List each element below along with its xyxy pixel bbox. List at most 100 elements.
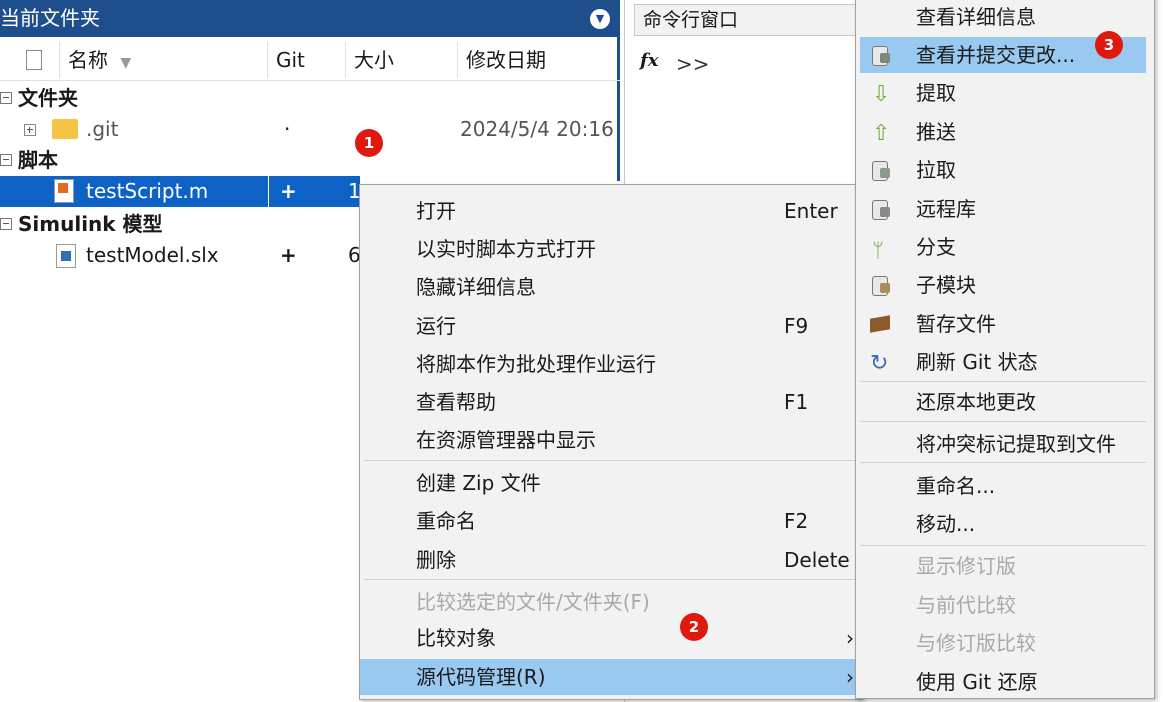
column-header-git[interactable]: Git xyxy=(268,42,346,78)
push-icon: ⇧ xyxy=(872,121,891,146)
annotation-badge-3: 3 xyxy=(1095,31,1123,59)
menu-item-label: 重命名... xyxy=(916,474,996,498)
panel-options-icon[interactable]: ▼ xyxy=(590,9,610,29)
menu-item-label: 源代码管理(R) xyxy=(416,665,546,689)
context-menu-item[interactable]: 将脚本作为批处理作业运行 xyxy=(360,346,862,382)
menu-separator xyxy=(860,421,1146,422)
submenu-arrow-icon: › xyxy=(846,665,854,689)
fetch-icon: ⇩ xyxy=(872,82,891,107)
cell-divider xyxy=(268,176,269,207)
menu-item-label: 隐藏详细信息 xyxy=(416,275,536,299)
submenu-item: 与前代比较 xyxy=(860,587,1146,623)
collapse-icon[interactable] xyxy=(0,153,12,166)
menu-item-label: 运行 xyxy=(416,314,456,338)
sort-down-icon: ▼ xyxy=(120,55,132,71)
context-menu-item[interactable]: 打开 Enter xyxy=(360,193,862,229)
menu-item-label: 刷新 Git 状态 xyxy=(916,350,1038,374)
menu-separator xyxy=(364,460,858,461)
context-menu-item[interactable]: 以实时脚本方式打开 xyxy=(360,231,862,267)
command-window-title: 命令行窗口 xyxy=(643,9,739,31)
column-header-date[interactable]: 修改日期 xyxy=(458,42,618,78)
menu-separator xyxy=(860,381,1146,382)
collapse-icon[interactable] xyxy=(0,217,12,230)
stash-icon xyxy=(868,312,892,336)
context-menu-item[interactable]: 创建 Zip 文件 xyxy=(360,465,862,501)
file-row-testmodel[interactable]: testModel.slx + 6 xyxy=(0,240,361,271)
command-prompt[interactable]: >> xyxy=(676,52,710,76)
annotation-badge-1: 1 xyxy=(355,129,383,157)
menu-item-label: 提取 xyxy=(916,81,956,105)
git-status: · xyxy=(284,117,291,141)
menu-item-label: 暂存文件 xyxy=(916,312,996,336)
context-menu-item[interactable]: 重命名 F2 xyxy=(360,503,862,539)
group-header-scripts[interactable]: 脚本 xyxy=(0,145,58,175)
context-menu-item[interactable]: 查看帮助 F1 xyxy=(360,384,862,420)
submenu-item[interactable]: 拉取 xyxy=(860,152,1146,188)
group-header-simulink[interactable]: Simulink 模型 xyxy=(0,209,163,239)
current-folder-title: 当前文件夹 xyxy=(0,6,100,30)
branch-icon: ᛘ xyxy=(872,238,884,262)
menu-item-label: 拉取 xyxy=(916,158,956,182)
context-menu-item[interactable]: 删除 Delete xyxy=(360,542,862,578)
group-label: 文件夹 xyxy=(18,86,78,110)
git-status: + xyxy=(280,243,297,267)
context-menu-item[interactable]: 源代码管理(R) › xyxy=(360,659,862,695)
context-menu-item[interactable]: 运行 F9 xyxy=(360,308,862,344)
submenu-item[interactable]: 使用 Git 还原 xyxy=(860,664,1146,700)
group-label: Simulink 模型 xyxy=(18,212,163,236)
menu-separator xyxy=(860,462,1146,463)
context-menu-item: 比较选定的文件/文件夹(F) xyxy=(360,584,862,620)
submenu-item[interactable]: ᛘ 分支 xyxy=(860,229,1146,265)
source-control-submenu: 查看详细信息查看并提交更改... ⇩ 提取 ⇧ 推送拉取远程库 ᛘ 分支 子模块暂存文件 ↻ 刷新… xyxy=(855,0,1155,699)
function-browser-icon[interactable]: fx xyxy=(640,50,658,71)
submenu-item[interactable]: 子模块 xyxy=(860,267,1146,303)
submenu-item[interactable]: ⇧ 推送 xyxy=(860,114,1146,150)
submenu-item[interactable]: 还原本地更改 xyxy=(860,384,1146,420)
submenu-item[interactable]: ⇩ 提取 xyxy=(860,75,1146,111)
file-row-git[interactable]: .git · 2024/5/4 20:16 xyxy=(0,114,620,145)
submenu-item[interactable]: ↻ 刷新 Git 状态 xyxy=(860,344,1146,380)
column-header-git-label: Git xyxy=(276,48,305,72)
group-label: 脚本 xyxy=(18,148,58,172)
menu-item-shortcut: Enter xyxy=(784,199,838,223)
submenu-item: 显示修订版 xyxy=(860,548,1146,584)
menu-item-label: 移动... xyxy=(916,512,976,536)
submenu-arrow-icon: › xyxy=(846,626,854,650)
submenu-item[interactable]: 远程库 xyxy=(860,191,1146,227)
commit-icon xyxy=(868,43,892,67)
column-header-size-label: 大小 xyxy=(354,48,394,72)
submenu-item[interactable]: 暂存文件 xyxy=(860,306,1146,342)
context-menu-item[interactable]: 在资源管理器中显示 xyxy=(360,422,862,458)
submenu-item[interactable]: 移动... xyxy=(860,506,1146,542)
group-header-folders[interactable]: 文件夹 xyxy=(0,83,78,113)
file-row-testscript[interactable]: testScript.m + 1 xyxy=(0,176,361,207)
submenu-item[interactable]: 重命名... xyxy=(860,468,1146,504)
file-name: testScript.m xyxy=(86,179,209,203)
file-name: testModel.slx xyxy=(86,243,219,267)
menu-item-label: 使用 Git 还原 xyxy=(916,670,1038,694)
menu-item-label: 将脚本作为批处理作业运行 xyxy=(416,352,656,376)
modified-date: 2024/5/4 20:16 xyxy=(460,117,614,141)
context-menu-item[interactable]: 隐藏详细信息 xyxy=(360,269,862,305)
menu-item-shortcut: F2 xyxy=(784,509,809,533)
current-folder-title-bar: 当前文件夹 ▼ xyxy=(0,0,620,37)
command-window-title-bar: 命令行窗口 xyxy=(634,4,864,36)
menu-separator xyxy=(860,545,1146,546)
git-status: + xyxy=(280,179,297,203)
column-header-name[interactable]: 名称 ▼ xyxy=(60,42,268,78)
file-name: .git xyxy=(86,117,119,141)
header-divider xyxy=(0,80,620,81)
context-menu-item[interactable]: 比较对象 › xyxy=(360,620,862,656)
menu-item-label: 查看详细信息 xyxy=(916,5,1036,29)
menu-item-shortcut: F1 xyxy=(784,390,809,414)
column-header-size[interactable]: 大小 xyxy=(346,42,458,78)
file-type-header[interactable] xyxy=(0,42,60,78)
submenu-item[interactable]: 将冲突标记提取到文件 xyxy=(860,426,1146,462)
expand-icon[interactable] xyxy=(24,124,36,136)
submodule-icon xyxy=(868,273,892,297)
submenu-item[interactable]: 查看详细信息 xyxy=(860,0,1146,35)
menu-item-label: 查看并提交更改... xyxy=(916,43,1076,67)
collapse-icon[interactable] xyxy=(0,91,12,104)
menu-item-label: 显示修订版 xyxy=(916,554,1016,578)
menu-item-label: 与修订版比较 xyxy=(916,631,1036,655)
